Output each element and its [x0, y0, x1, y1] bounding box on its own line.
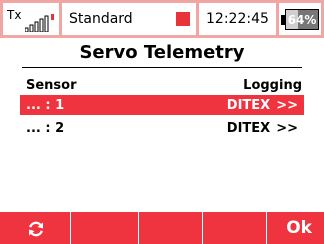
- record-indicator-icon: [176, 12, 190, 26]
- submenu-arrow-icon: >>: [276, 121, 298, 136]
- row-logging-value: DITEX >>: [227, 121, 298, 136]
- battery-icon: 64%: [285, 9, 319, 30]
- ok-label: Ok: [286, 218, 312, 238]
- row-sensor-label: ... : 1: [26, 98, 65, 113]
- battery-percent: 64%: [287, 13, 317, 27]
- title-divider: [22, 67, 302, 68]
- refresh-button[interactable]: [0, 212, 70, 244]
- row-sensor-label: ... : 2: [26, 121, 65, 136]
- status-bar: Tx Standard 12:22:45 64%: [0, 0, 324, 38]
- function-key-3[interactable]: [138, 212, 202, 244]
- logging-value: DITEX: [226, 121, 271, 136]
- row-logging-value: DITEX >>: [227, 98, 298, 113]
- logging-value: DITEX: [226, 98, 271, 113]
- function-key-bar: Ok: [0, 212, 324, 244]
- function-key-2[interactable]: [70, 212, 138, 244]
- column-header-logging: Logging: [243, 78, 302, 93]
- table-row[interactable]: ... : 1 DITEX >>: [20, 95, 304, 115]
- model-name: Standard: [69, 11, 133, 27]
- page-title: Servo Telemetry: [79, 42, 245, 63]
- column-header-sensor: Sensor: [26, 78, 77, 93]
- signal-bars-icon: [25, 14, 54, 32]
- ok-button[interactable]: Ok: [266, 212, 324, 244]
- table-row[interactable]: ... : 2 DITEX >>: [20, 118, 304, 138]
- refresh-icon: [29, 221, 43, 237]
- clock-box: 12:22:45: [199, 3, 276, 35]
- function-key-4[interactable]: [202, 212, 266, 244]
- submenu-arrow-icon: >>: [276, 98, 298, 113]
- battery-indicator: 64%: [279, 3, 321, 35]
- tx-label: Tx: [7, 8, 22, 22]
- tx-indicator: Tx: [3, 3, 59, 35]
- column-header: Sensor Logging: [0, 74, 324, 94]
- clock-time: 12:22:45: [206, 11, 269, 27]
